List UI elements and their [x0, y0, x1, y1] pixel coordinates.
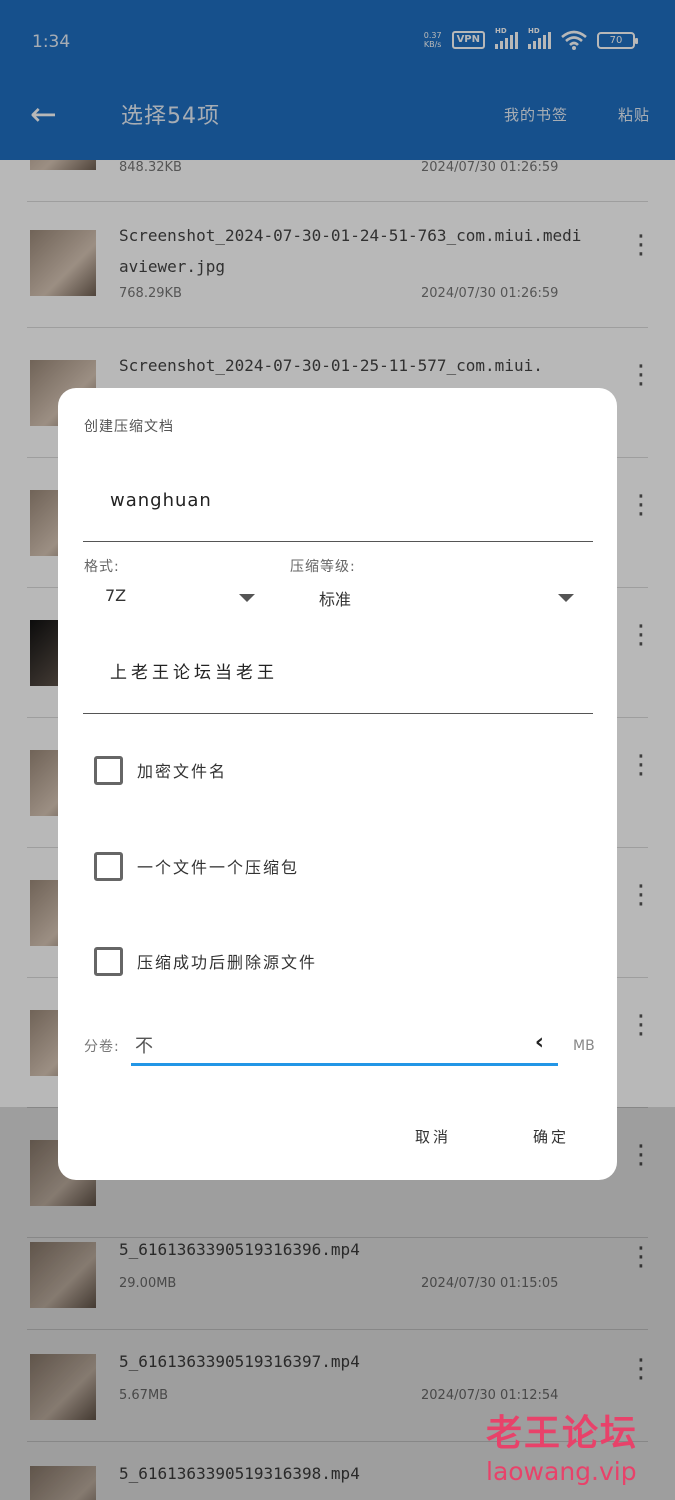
encrypt-filenames-option[interactable]: 加密文件名: [94, 755, 227, 785]
delete-source-checkbox[interactable]: [94, 946, 123, 976]
one-archive-per-file-option[interactable]: 一个文件一个压缩包: [94, 851, 299, 881]
ok-button[interactable]: 确定: [533, 1126, 569, 1147]
split-volume-value: 不: [135, 1036, 153, 1057]
password-input[interactable]: [110, 660, 590, 680]
format-value: 7Z: [105, 586, 127, 605]
split-volume-field[interactable]: 不 ‹: [131, 1028, 558, 1066]
dropdown-arrow-icon: [239, 594, 255, 602]
delete-source-label: 压缩成功后删除源文件: [137, 953, 318, 972]
cancel-button[interactable]: 取消: [415, 1126, 451, 1147]
encrypt-filenames-label: 加密文件名: [137, 762, 228, 781]
archive-name-field[interactable]: [83, 484, 593, 542]
one-archive-per-file-label: 一个文件一个压缩包: [137, 858, 300, 877]
dropdown-arrow-icon: [558, 594, 574, 602]
format-label: 格式:: [84, 559, 120, 575]
watermark-url: laowang.vip: [486, 1457, 637, 1486]
split-unit-label: MB: [573, 1038, 595, 1054]
compression-level-select[interactable]: 标准: [319, 586, 574, 614]
delete-source-option[interactable]: 压缩成功后删除源文件: [94, 946, 317, 976]
chevron-left-icon[interactable]: ‹: [535, 1030, 544, 1055]
format-select[interactable]: 7Z: [105, 586, 255, 614]
create-archive-dialog: 创建压缩文档 格式: 压缩等级: 7Z 标准 加密文件名 一个文件一个压缩包 压…: [58, 388, 617, 1180]
encrypt-filenames-checkbox[interactable]: [94, 755, 123, 785]
split-volume-label: 分卷:: [84, 1039, 120, 1055]
watermark-name: 老王论坛: [486, 1413, 639, 1454]
dialog-title: 创建压缩文档: [84, 419, 174, 435]
watermark: 老王论坛 laowang.vip: [486, 1412, 638, 1488]
archive-name-input[interactable]: [110, 490, 590, 511]
compression-level-value: 标准: [319, 590, 352, 609]
compression-level-label: 压缩等级:: [290, 559, 356, 575]
one-archive-per-file-checkbox[interactable]: [94, 851, 123, 881]
password-field[interactable]: [83, 650, 593, 714]
